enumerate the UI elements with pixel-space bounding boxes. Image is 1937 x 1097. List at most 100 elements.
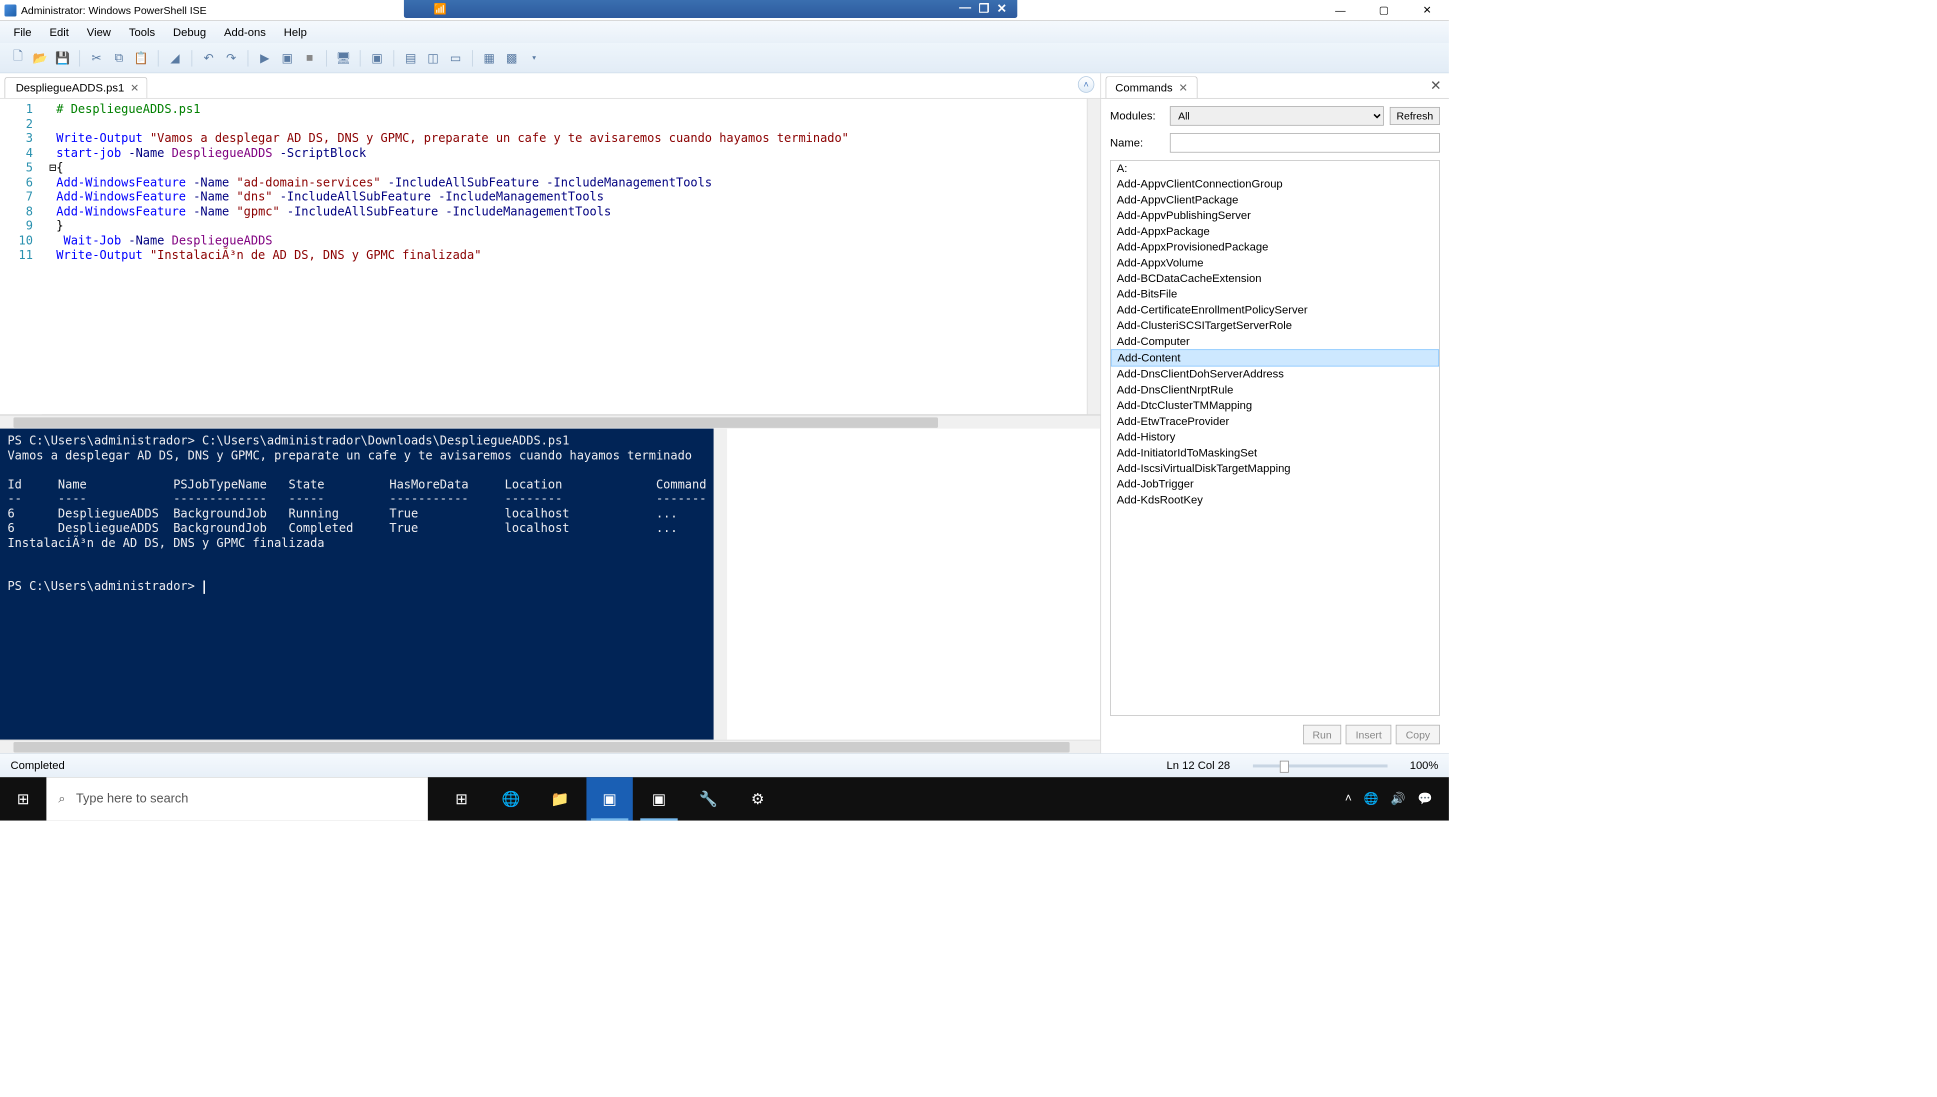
paste-icon[interactable]: 📋: [131, 47, 152, 68]
menu-help[interactable]: Help: [276, 23, 314, 42]
powershell-taskbar-icon[interactable]: ▣: [586, 777, 632, 820]
command-list-item[interactable]: Add-DnsClientDohServerAddress: [1111, 367, 1439, 383]
task-view-icon[interactable]: ⊞: [438, 777, 484, 820]
commands-list[interactable]: A:Add-AppvClientConnectionGroupAdd-AppvC…: [1110, 160, 1440, 716]
copy-icon[interactable]: ⧉: [108, 47, 129, 68]
system-tray[interactable]: ˄ 🌐 🔊 💬: [1345, 791, 1449, 806]
statusbar: Completed Ln 12 Col 28 100%: [0, 753, 1449, 777]
command-list-item[interactable]: Add-IscsiVirtualDiskTargetMapping: [1111, 461, 1439, 477]
menu-edit[interactable]: Edit: [42, 23, 76, 42]
inner-minimize-icon[interactable]: —: [959, 1, 971, 16]
maximize-button[interactable]: ▢: [1362, 0, 1405, 21]
command-list-item[interactable]: Add-DnsClientNrptRule: [1111, 382, 1439, 398]
command-list-item[interactable]: Add-BCDataCacheExtension: [1111, 271, 1439, 287]
close-commands-tab-icon[interactable]: ✕: [1179, 81, 1188, 94]
menu-view[interactable]: View: [79, 23, 118, 42]
command-list-item[interactable]: A:: [1111, 161, 1439, 177]
code-area[interactable]: # DespliegueADDS.ps1 Write-Output "Vamos…: [42, 99, 1087, 415]
status-text: Completed: [10, 759, 64, 772]
insert-command-button[interactable]: Insert: [1346, 725, 1392, 744]
remote-icon[interactable]: 🖥: [333, 47, 354, 68]
zoom-slider[interactable]: [1253, 764, 1388, 767]
command-list-item[interactable]: Add-DtcClusterTMMapping: [1111, 398, 1439, 414]
command-list-item[interactable]: Add-AppxProvisionedPackage: [1111, 239, 1439, 255]
redo-icon[interactable]: ↷: [221, 47, 242, 68]
command-list-item[interactable]: Add-JobTrigger: [1111, 476, 1439, 492]
taskbar-search[interactable]: ⌕ Type here to search: [46, 777, 427, 820]
menu-addons[interactable]: Add-ons: [217, 23, 274, 42]
script-editor[interactable]: 1234567891011 # DespliegueADDS.ps1 Write…: [0, 99, 1100, 415]
modules-select[interactable]: All: [1170, 106, 1384, 125]
command-list-item[interactable]: Add-BitsFile: [1111, 286, 1439, 302]
server-manager-icon[interactable]: 🔧: [685, 777, 731, 820]
command-list-item[interactable]: Add-InitiatorIdToMaskingSet: [1111, 445, 1439, 461]
save-icon[interactable]: 💾: [52, 47, 73, 68]
console-pane[interactable]: PS C:\Users\administrador> C:\Users\admi…: [0, 429, 714, 740]
command-list-item[interactable]: Add-AppvClientConnectionGroup: [1111, 177, 1439, 193]
command-list-item[interactable]: Add-AppxVolume: [1111, 255, 1439, 271]
network-icon[interactable]: 🌐: [1364, 791, 1379, 806]
cursor-position: Ln 12 Col 28: [1167, 759, 1231, 772]
menubar: File Edit View Tools Debug Add-ons Help: [0, 21, 1449, 43]
command-list-item[interactable]: Add-EtwTraceProvider: [1111, 414, 1439, 430]
toolbar-options-icon[interactable]: ▾: [524, 47, 545, 68]
show-addon-icon[interactable]: ▩: [501, 47, 522, 68]
layout-both-icon[interactable]: ▤: [400, 47, 421, 68]
notifications-icon[interactable]: 💬: [1418, 791, 1433, 806]
close-button[interactable]: ✕: [1405, 0, 1448, 21]
layout-console-icon[interactable]: ▭: [445, 47, 466, 68]
name-filter-input[interactable]: [1170, 133, 1440, 152]
undo-icon[interactable]: ↶: [198, 47, 219, 68]
cut-icon[interactable]: ✂: [86, 47, 107, 68]
menu-debug[interactable]: Debug: [166, 23, 214, 42]
command-list-item[interactable]: Add-AppxPackage: [1111, 224, 1439, 240]
tab-label: DespliegueADDS.ps1: [16, 82, 125, 95]
script-tab[interactable]: DespliegueADDS.ps1 ✕: [4, 77, 147, 98]
command-list-item[interactable]: Add-Content: [1111, 349, 1439, 366]
command-list-item[interactable]: Add-Computer: [1111, 334, 1439, 350]
menu-tools[interactable]: Tools: [121, 23, 162, 42]
layout-script-icon[interactable]: ◫: [423, 47, 444, 68]
command-list-item[interactable]: Add-CertificateEnrollmentPolicyServer: [1111, 302, 1439, 318]
minimize-button[interactable]: —: [1319, 0, 1362, 21]
command-list-item[interactable]: Add-AppvPublishingServer: [1111, 208, 1439, 224]
powershell-console-icon[interactable]: ▣: [367, 47, 388, 68]
settings-taskbar-icon[interactable]: ⚙: [735, 777, 781, 820]
window-title: Administrator: Windows PowerShell ISE: [21, 4, 207, 16]
command-list-item[interactable]: Add-KdsRootKey: [1111, 492, 1439, 508]
commands-tab[interactable]: Commands ✕: [1106, 76, 1198, 98]
inner-close-icon[interactable]: ✕: [997, 1, 1007, 16]
collapse-script-pane-icon[interactable]: ˄: [1078, 76, 1094, 92]
close-panel-icon[interactable]: ✕: [1430, 78, 1441, 94]
commands-tab-label: Commands: [1115, 81, 1172, 94]
editor-hscrollbar[interactable]: [0, 415, 1100, 428]
powershell-ise-taskbar-icon[interactable]: ▣: [636, 777, 682, 820]
stop-icon[interactable]: ■: [299, 47, 320, 68]
close-tab-icon[interactable]: ✕: [130, 82, 139, 95]
inner-restore-icon[interactable]: ❐: [979, 1, 990, 16]
start-button[interactable]: ⊞: [0, 777, 46, 820]
run-selection-icon[interactable]: ▣: [277, 47, 298, 68]
command-list-item[interactable]: Add-History: [1111, 429, 1439, 445]
menu-file[interactable]: File: [6, 23, 39, 42]
command-list-item[interactable]: Add-ClusteriSCSITargetServerRole: [1111, 318, 1439, 334]
show-command-icon[interactable]: ▦: [479, 47, 500, 68]
editor-vscrollbar[interactable]: [1087, 99, 1100, 415]
new-file-icon[interactable]: 🗋: [7, 47, 28, 68]
tray-caret-icon[interactable]: ˄: [1345, 792, 1352, 805]
run-command-button[interactable]: Run: [1303, 725, 1342, 744]
open-file-icon[interactable]: 📂: [30, 47, 51, 68]
console-hscrollbar[interactable]: [0, 740, 1100, 753]
refresh-button[interactable]: Refresh: [1390, 107, 1440, 125]
edge-icon[interactable]: 🌐: [488, 777, 534, 820]
console-vscrollbar[interactable]: [714, 429, 727, 740]
toolbar: 🗋 📂 💾 ✂ ⧉ 📋 ◢ ↶ ↷ ▶ ▣ ■ 🖥 ▣ ▤ ◫ ▭ ▦ ▩ ▾: [0, 43, 1449, 73]
clear-icon[interactable]: ◢: [165, 47, 186, 68]
volume-icon[interactable]: 🔊: [1391, 791, 1406, 806]
run-icon[interactable]: ▶: [254, 47, 275, 68]
line-gutter: 1234567891011: [0, 99, 42, 415]
explorer-icon[interactable]: 📁: [537, 777, 583, 820]
copy-command-button[interactable]: Copy: [1396, 725, 1440, 744]
command-list-item[interactable]: Add-AppvClientPackage: [1111, 192, 1439, 208]
titlebar: Administrator: Windows PowerShell ISE 📶 …: [0, 0, 1449, 21]
